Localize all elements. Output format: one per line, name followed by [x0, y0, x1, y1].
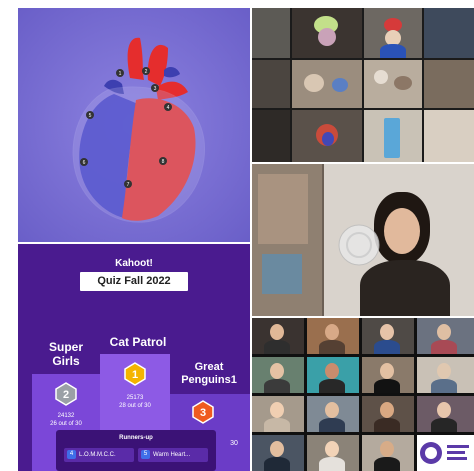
kahoot-logo: Kahoot! — [115, 258, 153, 269]
heart-marker[interactable]: 8 — [162, 159, 165, 165]
runner-up-rank: 4 — [67, 449, 76, 459]
participant-video[interactable] — [252, 8, 290, 58]
participant-video[interactable] — [424, 8, 474, 58]
video-grid-top — [252, 8, 474, 162]
video-grid-bottom — [252, 318, 474, 471]
participant-video[interactable] — [252, 318, 304, 354]
heart-marker[interactable]: 4 — [167, 105, 170, 111]
participant-video[interactable] — [252, 396, 304, 432]
runner-up-name: Warm Heart... — [153, 452, 191, 458]
participant-video[interactable] — [417, 396, 474, 432]
participant-video[interactable] — [252, 357, 304, 393]
participant-video[interactable] — [307, 357, 359, 393]
third-correct: 30 — [230, 440, 238, 447]
participant-video[interactable] — [417, 357, 474, 393]
silver-medal-icon: 2 — [55, 382, 77, 406]
participant-video[interactable] — [307, 396, 359, 432]
heart-marker[interactable]: 5 — [89, 113, 92, 119]
participant-video[interactable] — [364, 110, 422, 162]
speaker-video[interactable] — [252, 164, 474, 316]
heart-marker[interactable]: 6 — [83, 160, 86, 166]
runner-up-rank: 5 — [141, 449, 150, 459]
heart-3d-model[interactable]: 1 2 3 4 5 6 7 8 — [18, 8, 250, 242]
team-name-second: Super Girls — [48, 340, 83, 368]
participant-video[interactable] — [292, 8, 362, 58]
kahoot-results-panel: Kahoot! Quiz Fall 2022 Super Girls 2 241… — [18, 244, 250, 471]
team-name-third: Great Penguins1 — [181, 361, 237, 386]
participant-video[interactable] — [362, 357, 414, 393]
runner-up-item: 4 L.O.M.M.C.C. — [64, 448, 134, 462]
svg-text:3: 3 — [200, 407, 206, 419]
second-correct: 26 out of 30 — [50, 421, 82, 427]
runners-up-title: Runners-up — [119, 435, 153, 441]
participant-video[interactable] — [292, 60, 362, 108]
participant-video[interactable] — [424, 60, 474, 108]
3d-print-object — [338, 224, 380, 266]
runner-up-item: 5 Warm Heart... — [138, 448, 208, 462]
bronze-medal-icon: 3 — [192, 400, 214, 424]
heart-marker[interactable]: 1 — [119, 71, 122, 77]
heart-marker[interactable]: 2 — [145, 69, 148, 75]
participant-video[interactable] — [362, 318, 414, 354]
participant-video[interactable] — [252, 110, 290, 162]
second-points: 24132 — [57, 413, 75, 419]
participant-video[interactable] — [364, 8, 422, 58]
gold-medal-icon: 1 — [124, 362, 146, 386]
svg-text:1: 1 — [132, 369, 138, 381]
participant-video[interactable] — [307, 435, 359, 471]
participant-video[interactable] — [364, 60, 422, 108]
heart-marker[interactable]: 3 — [154, 86, 157, 92]
team-name-first: Cat Patrol — [109, 335, 167, 349]
participant-video[interactable] — [292, 110, 362, 162]
svg-text:2: 2 — [63, 389, 69, 401]
heart-model-panel[interactable]: 1 2 3 4 5 6 7 8 — [18, 8, 250, 242]
runners-up-box: Runners-up 4 L.O.M.M.C.C. 5 Warm Heart... — [56, 430, 216, 471]
first-correct: 28 out of 30 — [119, 403, 151, 409]
participant-video[interactable] — [252, 60, 290, 108]
participant-video[interactable] — [307, 318, 359, 354]
participant-video[interactable] — [424, 110, 474, 162]
participant-video[interactable] — [252, 435, 304, 471]
heart-marker[interactable]: 7 — [127, 182, 130, 188]
first-points: 25173 — [126, 395, 144, 401]
runner-up-name: L.O.M.M.C.C. — [79, 452, 116, 458]
participant-video[interactable] — [362, 396, 414, 432]
participant-video[interactable] — [417, 318, 474, 354]
participant-logo-tile[interactable] — [417, 435, 474, 471]
quiz-title: Quiz Fall 2022 — [80, 272, 188, 291]
participant-video[interactable] — [362, 435, 414, 471]
organization-logo — [420, 442, 469, 464]
